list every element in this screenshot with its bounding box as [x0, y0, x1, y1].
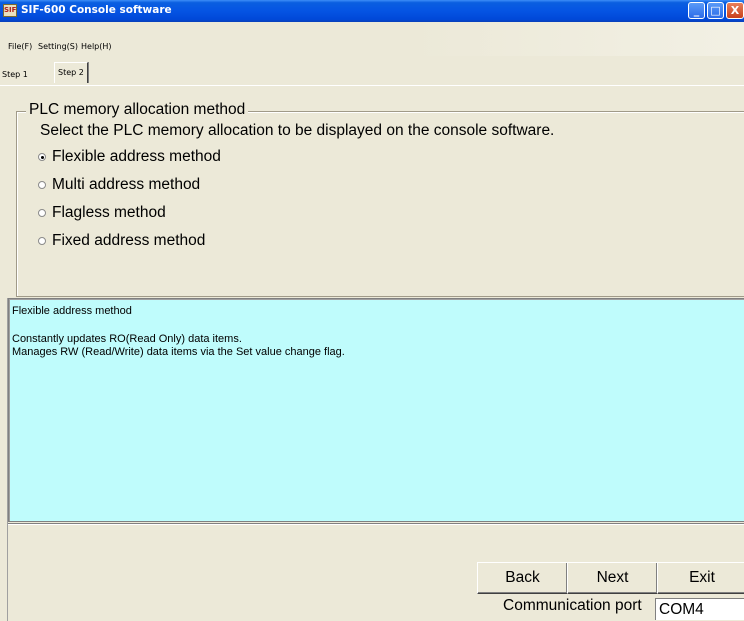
app-icon: SIF	[3, 4, 17, 17]
menu-help[interactable]: Help(H)	[81, 42, 112, 51]
communication-port-field[interactable]: COM4	[655, 598, 744, 620]
minimize-button[interactable]: _	[688, 2, 705, 19]
tab-strip: Step 1 Step 2	[0, 56, 744, 86]
radio-unselected-icon[interactable]	[38, 181, 46, 189]
instruction-text: Select the PLC memory allocation to be d…	[40, 122, 555, 139]
radio-selected-icon[interactable]	[38, 153, 46, 161]
description-panel: Flexible address method Constantly updat…	[8, 298, 744, 522]
window-title: SIF-600 Console software	[21, 4, 172, 16]
close-button[interactable]: X	[726, 2, 744, 19]
tab-step-1[interactable]: Step 1	[0, 66, 30, 83]
groupbox-title: PLC memory allocation method	[26, 101, 249, 119]
next-button[interactable]: Next	[567, 562, 658, 594]
radio-label[interactable]: Fixed address method	[52, 232, 205, 250]
radio-label[interactable]: Multi address method	[52, 176, 200, 194]
description-line: Manages RW (Read/Write) data items via t…	[12, 346, 345, 358]
footer-separator	[8, 523, 744, 525]
tab-divider	[0, 85, 744, 86]
radio-unselected-icon[interactable]	[38, 209, 46, 217]
menu-setting[interactable]: Setting(S)	[38, 42, 78, 51]
radio-label[interactable]: Flagless method	[52, 204, 166, 222]
radio-unselected-icon[interactable]	[38, 237, 46, 245]
menu-bar: File(F) Setting(S) Help(H)	[0, 22, 744, 56]
maximize-button[interactable]: □	[707, 2, 724, 19]
exit-button[interactable]: Exit	[657, 562, 744, 594]
menu-file[interactable]: File(F)	[8, 42, 32, 51]
title-bar[interactable]: SIF SIF-600 Console software _ □ X	[0, 0, 744, 22]
description-line: Constantly updates RO(Read Only) data it…	[12, 333, 242, 345]
radio-label[interactable]: Flexible address method	[52, 148, 221, 166]
back-button[interactable]: Back	[477, 562, 568, 594]
communication-port-label: Communication port	[503, 597, 642, 614]
tab-step-2[interactable]: Step 2	[54, 62, 88, 83]
description-title: Flexible address method	[12, 305, 132, 317]
